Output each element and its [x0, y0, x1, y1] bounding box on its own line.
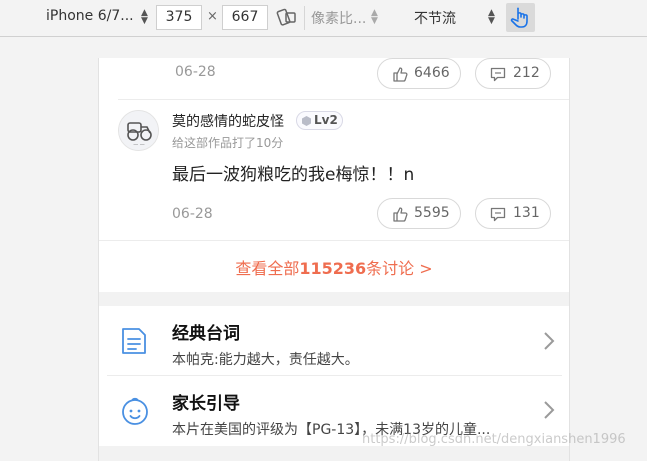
dpr-caret-icon: ▼ — [371, 16, 378, 26]
comment-date: 06-28 — [172, 206, 213, 222]
svg-text:— —: — — — [133, 142, 145, 148]
document-icon — [122, 328, 146, 354]
avatar-image: — — — [119, 111, 158, 150]
baby-face-icon — [122, 397, 148, 425]
hand-pointer-icon — [510, 7, 528, 28]
rating-text: 给这部作品打了10分 — [172, 136, 284, 150]
section-gap — [99, 446, 569, 461]
toolbar-divider — [304, 6, 305, 30]
reply-count: 212 — [513, 65, 540, 81]
rotate-icon[interactable] — [276, 7, 298, 27]
device-pixel-ratio-select[interactable]: 像素比... — [311, 8, 366, 28]
viewport-width-input[interactable]: 375 — [156, 5, 202, 30]
device-select-caret-icon: ▼ — [141, 16, 148, 26]
level-gem-icon — [302, 116, 311, 126]
phone-viewport: 06-28 6466 212 — — 莫的感情的蛇皮怪 Lv2 给这部作品打了1… — [98, 58, 570, 461]
row-title: 经典台词 — [172, 324, 240, 344]
reply-button[interactable]: 131 — [475, 198, 551, 229]
like-button[interactable]: 6466 — [377, 58, 461, 89]
see-all-suffix: 条讨论 > — [366, 259, 433, 278]
comment-bubble-icon — [490, 207, 506, 222]
section-gap — [99, 292, 569, 306]
reply-button[interactable]: 212 — [475, 58, 551, 89]
comment-date: 06-28 — [175, 64, 216, 80]
comment-divider — [118, 99, 569, 100]
viewport-height-input[interactable]: 667 — [222, 5, 268, 30]
like-count: 5595 — [414, 205, 450, 221]
thumbs-up-icon — [393, 67, 408, 82]
thumbs-up-icon — [393, 207, 408, 222]
chevron-right-icon — [544, 332, 555, 350]
comment-username[interactable]: 莫的感情的蛇皮怪 — [172, 111, 284, 131]
like-button[interactable]: 5595 — [377, 198, 461, 229]
row-title: 家长引导 — [172, 394, 240, 414]
see-all-discussions-link[interactable]: 查看全部115236条讨论 > — [99, 255, 569, 279]
watermark: https://blog.csdn.net/dengxianshen1996 — [362, 432, 626, 447]
section-divider — [99, 240, 569, 241]
avatar[interactable]: — — — [118, 110, 159, 151]
row-divider — [107, 375, 562, 376]
row-description: 本帕克:能力越大，责任越大。 — [172, 352, 359, 368]
see-all-prefix: 查看全部 — [235, 259, 300, 278]
chevron-right-icon — [544, 401, 555, 419]
devtools-device-toolbar: iPhone 6/7... ▲ ▼ 375 × 667 像素比... ▲ ▼ 不… — [0, 0, 647, 37]
comment-text: 最后一波狗粮吃的我e梅惊！！n — [172, 165, 415, 185]
comment-bubble-icon — [490, 67, 506, 82]
level-label: Lv2 — [314, 113, 338, 127]
device-select[interactable]: iPhone 6/7... — [46, 8, 134, 24]
discussion-count: 115236 — [299, 259, 367, 278]
throttle-caret-icon: ▼ — [488, 16, 495, 26]
reply-count: 131 — [513, 205, 540, 221]
dimension-separator: × — [207, 9, 218, 24]
level-badge: Lv2 — [296, 111, 343, 130]
throttle-select[interactable]: 不节流 — [414, 8, 456, 28]
touch-toggle-button[interactable] — [506, 3, 535, 32]
like-count: 6466 — [414, 65, 450, 81]
